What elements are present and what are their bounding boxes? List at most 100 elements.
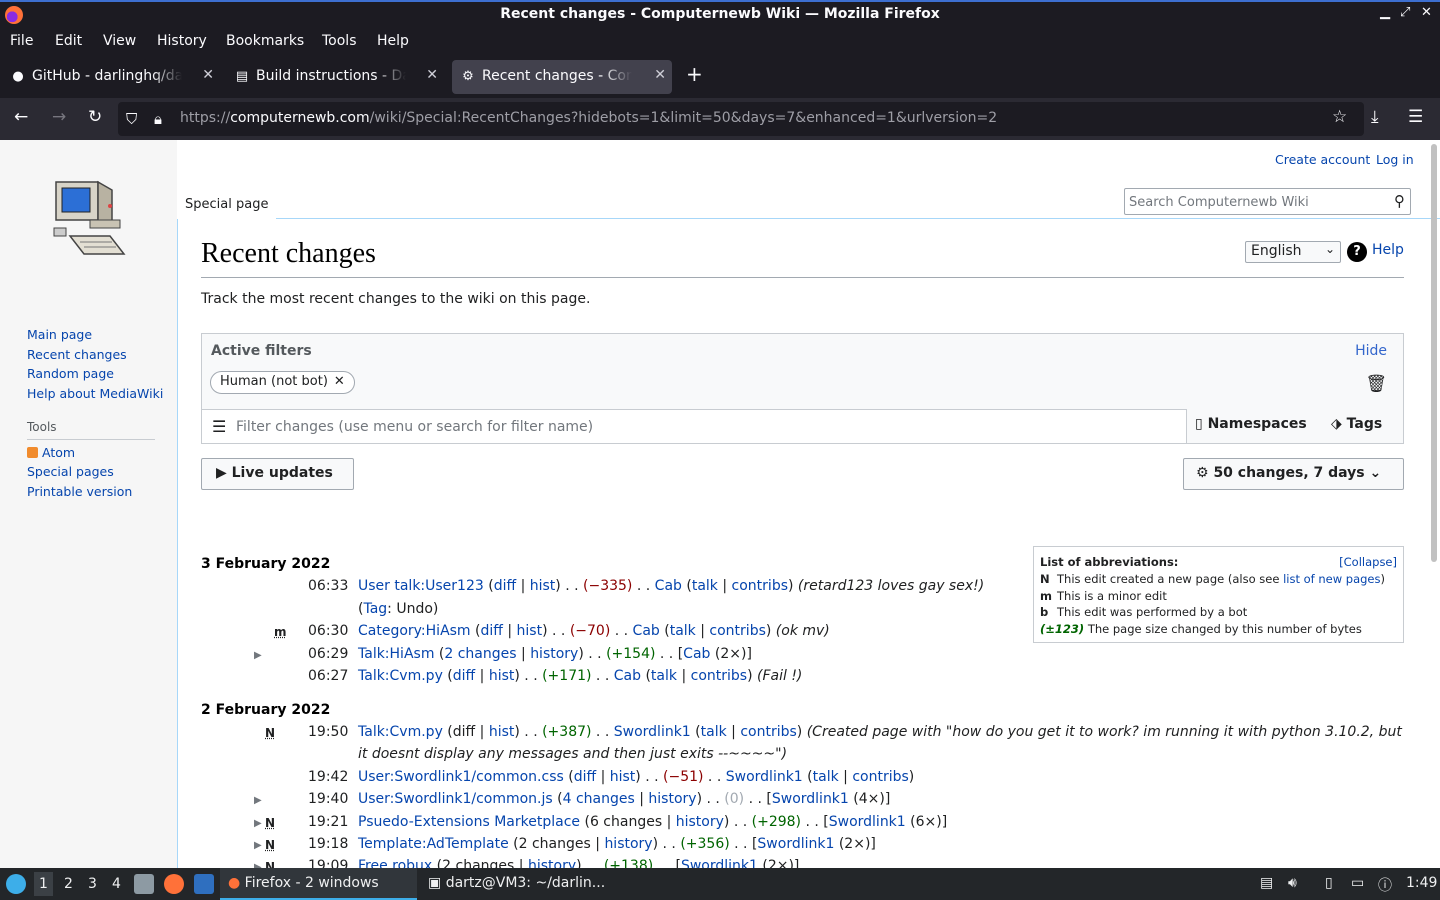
hist-link[interactable]: hist [489, 724, 515, 740]
nav-main-page[interactable]: Main page [27, 327, 92, 342]
tags-button[interactable]: ⬗ Tags [1331, 416, 1382, 432]
user-link[interactable]: Swordlink1 [829, 814, 906, 830]
page-link[interactable]: Free robux [358, 858, 432, 868]
expand-arrow-icon[interactable]: ▶ [254, 818, 262, 829]
page-link[interactable]: User talk:User123 [358, 578, 484, 594]
tool-special-pages[interactable]: Special pages [27, 464, 114, 479]
contribs-link[interactable]: contribs [732, 578, 788, 594]
updates-icon[interactable]: ⓘ [1378, 875, 1392, 895]
workspace-2[interactable]: 2 [64, 876, 73, 892]
volume-icon[interactable]: 🔊︎ [1288, 875, 1297, 891]
changes-link[interactable]: 2 changes [444, 646, 516, 662]
new-pages-link[interactable]: list of new pages [1283, 572, 1380, 586]
page-link[interactable]: Category:HiAsm [358, 623, 471, 639]
bookmark-star-icon[interactable]: ☆ [1332, 107, 1347, 127]
tab-build-instructions[interactable]: ▤ Build instructions - Darling ✕ [226, 60, 444, 94]
talk-link[interactable]: talk [670, 623, 696, 639]
reload-icon[interactable]: ↻ [88, 107, 102, 127]
page-link[interactable]: Talk:Cvm.py [358, 724, 443, 740]
hist-link[interactable]: hist [610, 769, 636, 785]
user-link[interactable]: Cab [633, 623, 660, 639]
user-link[interactable]: Swordlink1 [726, 769, 803, 785]
menu-view[interactable]: View [103, 33, 136, 49]
history-link[interactable]: history [604, 836, 652, 852]
history-link[interactable]: history [676, 814, 724, 830]
tab-recent-changes[interactable]: ⚙ Recent changes - Computernewb ✕ [452, 60, 672, 94]
hide-filters-link[interactable]: Hide [1355, 343, 1387, 359]
nav-recent-changes[interactable]: Recent changes [27, 347, 127, 362]
user-link[interactable]: Cab [614, 668, 641, 684]
expand-arrow-icon[interactable]: ▶ [254, 650, 262, 661]
talk-link[interactable]: talk [813, 769, 839, 785]
user-link[interactable]: Cab [683, 646, 710, 662]
trash-icon[interactable]: 🗑︎ [1365, 374, 1387, 394]
app-menu-icon[interactable]: ☰ [1408, 107, 1423, 127]
menu-edit[interactable]: Edit [55, 33, 82, 49]
hist-link[interactable]: hist [530, 578, 556, 594]
downloads-icon[interactable]: ⤓ [1371, 107, 1379, 127]
talk-link[interactable]: talk [651, 668, 677, 684]
diff-link[interactable]: diff [574, 769, 596, 785]
address-bar[interactable]: ⛉ 🔒︎ https://computernewb.com/wiki/Speci… [118, 102, 1364, 136]
desktop-icon[interactable] [194, 874, 214, 894]
collapse-link[interactable]: [Collapse] [1339, 555, 1397, 569]
help-link[interactable]: Help [1372, 242, 1404, 258]
user-link[interactable]: Cab [655, 578, 682, 594]
page-scrollbar[interactable] [1431, 144, 1437, 562]
page-link[interactable]: User:Swordlink1/common.css [358, 769, 564, 785]
workspace-4[interactable]: 4 [112, 876, 121, 892]
contribs-link[interactable]: contribs [852, 769, 908, 785]
tool-printable-version[interactable]: Printable version [27, 484, 132, 499]
filter-chip[interactable]: Human (not bot) ✕ [210, 371, 355, 394]
close-tab-icon[interactable]: ✕ [426, 67, 438, 83]
expand-arrow-icon[interactable]: ▶ [254, 840, 262, 851]
hist-link[interactable]: hist [517, 623, 543, 639]
back-icon[interactable]: ← [14, 107, 28, 127]
clipboard-icon[interactable]: ▯ [1325, 875, 1333, 891]
talk-link[interactable]: talk [692, 578, 718, 594]
network-icon[interactable]: ▭ [1351, 875, 1364, 891]
lock-icon[interactable]: 🔒︎ [154, 110, 162, 128]
diff-link[interactable]: diff [453, 668, 475, 684]
contribs-link[interactable]: contribs [709, 623, 765, 639]
restore-icon[interactable]: ⤢ [1400, 5, 1410, 20]
contribs-link[interactable]: contribs [740, 724, 796, 740]
hist-link[interactable]: hist [489, 668, 515, 684]
page-link[interactable]: Talk:HiAsm [358, 646, 434, 662]
history-link[interactable]: history [648, 791, 696, 807]
user-link[interactable]: Swordlink1 [757, 836, 834, 852]
menu-tools[interactable]: Tools [322, 33, 357, 49]
page-link[interactable]: User:Swordlink1/common.js [358, 791, 553, 807]
history-link[interactable]: history [530, 646, 578, 662]
login-link[interactable]: Log in [1376, 152, 1414, 167]
history-link[interactable]: history [528, 858, 576, 868]
taskbar-window-terminal[interactable]: ▣ dartz@VM3: ~/darlin... [420, 868, 620, 900]
close-tab-icon[interactable]: ✕ [654, 67, 666, 83]
search-icon[interactable]: ⚲ [1394, 192, 1405, 210]
live-updates-button[interactable]: ▶ Live updates [201, 458, 354, 490]
firefox-icon[interactable] [164, 874, 184, 894]
taskbar-window-firefox[interactable]: ● Firefox - 2 windows [220, 868, 417, 900]
shield-icon[interactable]: ⛉ [126, 110, 137, 128]
page-link[interactable]: Template:AdTemplate [358, 836, 509, 852]
create-account-link[interactable]: Create account [1275, 152, 1370, 167]
expand-arrow-icon[interactable]: ▶ [254, 795, 262, 806]
menu-file[interactable]: File [10, 33, 33, 49]
page-link[interactable]: Talk:Cvm.py [358, 668, 443, 684]
tool-atom[interactable]: Atom [27, 445, 75, 460]
user-link[interactable]: Swordlink1 [772, 791, 849, 807]
workspace-3[interactable]: 3 [88, 876, 97, 892]
new-tab-button[interactable]: + [686, 62, 703, 86]
tab-special-page[interactable]: Special page [177, 190, 277, 219]
filter-input[interactable] [236, 416, 1136, 438]
menu-history[interactable]: History [157, 33, 207, 49]
workspace-1[interactable]: 1 [34, 872, 53, 896]
url-text[interactable]: https://computernewb.com/wiki/Special:Re… [180, 110, 997, 126]
changes-options-button[interactable]: ⚙ 50 changes, 7 days ⌄ [1183, 458, 1404, 490]
namespaces-button[interactable]: ▯ Namespaces [1195, 416, 1307, 432]
user-link[interactable]: Swordlink1 [614, 724, 691, 740]
language-select[interactable]: English ⌄ [1245, 241, 1341, 263]
menu-bookmarks[interactable]: Bookmarks [226, 33, 304, 49]
tag-link[interactable]: Tag [363, 601, 387, 617]
nav-random-page[interactable]: Random page [27, 366, 114, 381]
